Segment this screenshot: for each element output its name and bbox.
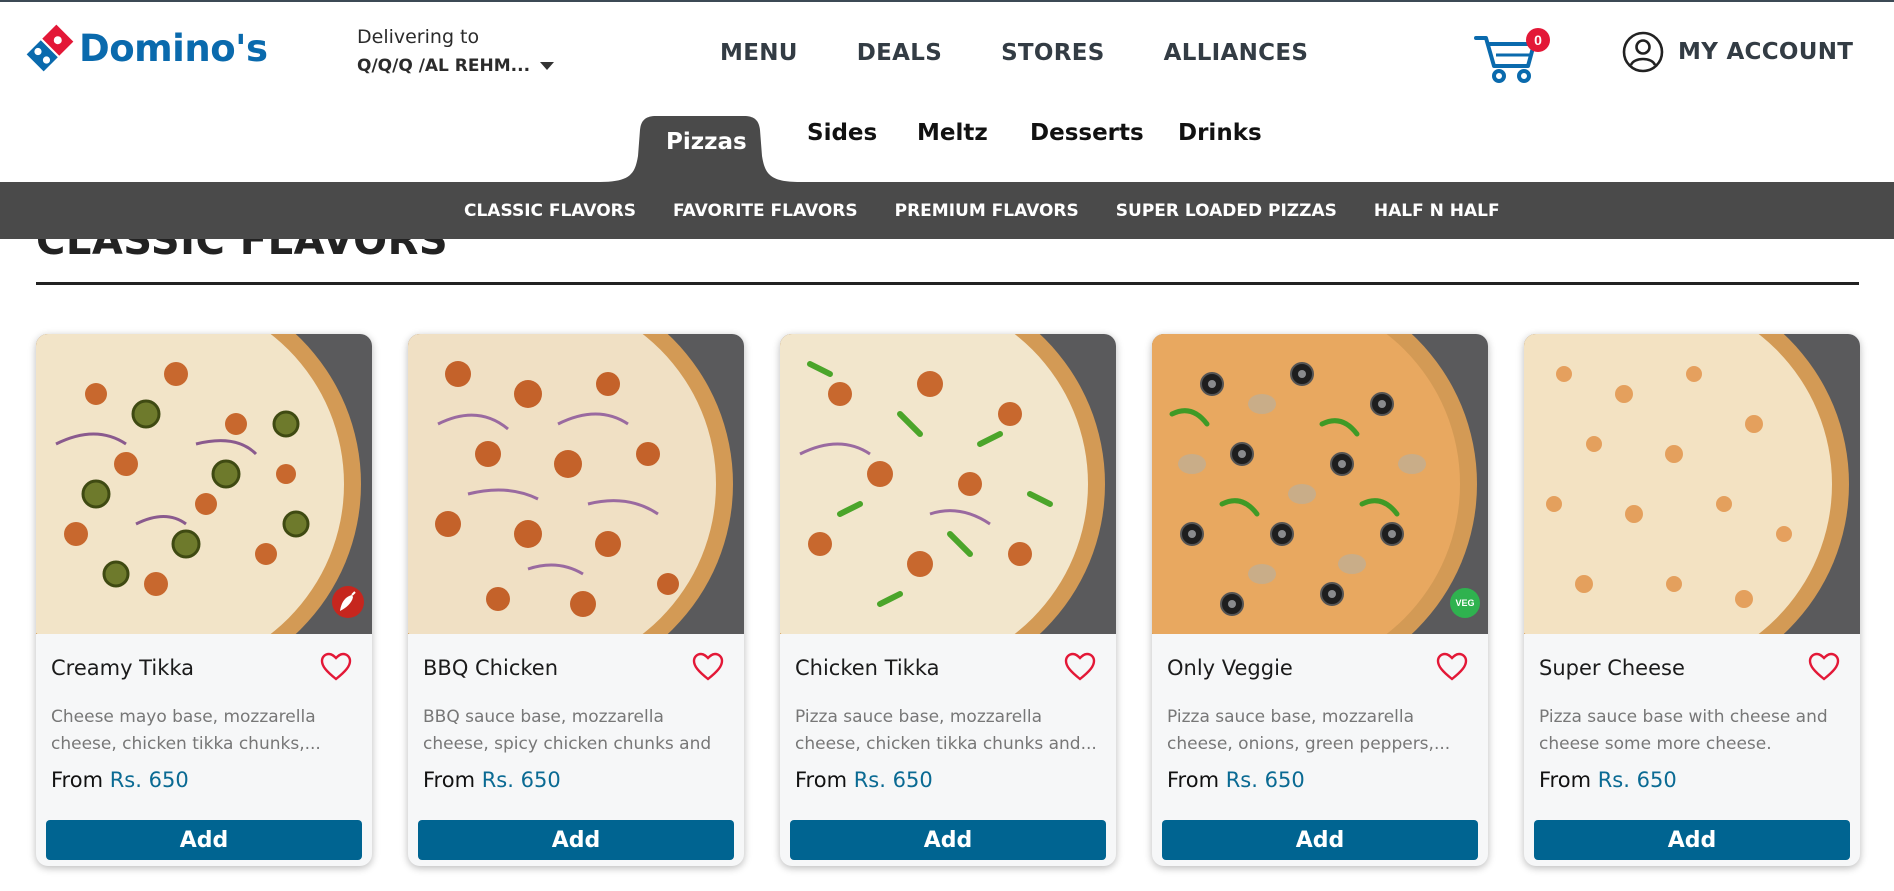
nav-deals[interactable]: DEALS <box>857 40 942 66</box>
pizza-image-creamy-tikka <box>36 334 372 634</box>
tab-meltz[interactable]: Meltz <box>917 120 988 146</box>
pizza-image-chicken-tikka <box>780 334 1116 634</box>
category-tabs: Pizzas Sides Meltz Desserts Drinks <box>0 100 1894 182</box>
heart-icon[interactable] <box>692 652 724 682</box>
dominos-logo-icon <box>23 21 77 75</box>
price-prefix: From <box>51 768 104 792</box>
product-card: BBQ Chicken BBQ sauce base, mozzarella c… <box>408 334 744 866</box>
veg-badge: VEG <box>1450 588 1480 618</box>
product-price: From Rs. 650 <box>1167 768 1305 792</box>
product-price: From Rs. 650 <box>423 768 561 792</box>
product-description: Pizza sauce base, mozzarella cheese, oni… <box>1167 707 1451 754</box>
tab-desserts[interactable]: Desserts <box>1030 120 1144 146</box>
product-name: Chicken Tikka <box>795 656 940 680</box>
price-amount: Rs. 650 <box>1225 768 1305 792</box>
subnav-premium-flavors[interactable]: PREMIUM FLAVORS <box>895 201 1079 221</box>
cart-button[interactable]: 0 <box>1474 28 1550 84</box>
site-header: Domino's Delivering to Q/Q/Q /AL REHM...… <box>0 2 1894 100</box>
subnav-classic-flavors[interactable]: CLASSIC FLAVORS <box>464 201 636 221</box>
price-amount: Rs. 650 <box>109 768 189 792</box>
tab-pizzas[interactable]: Pizzas <box>666 129 747 155</box>
price-amount: Rs. 650 <box>853 768 933 792</box>
delivery-address: Q/Q/Q /AL REHM... <box>357 56 531 76</box>
subcategory-bar: CLASSIC FLAVORS FAVORITE FLAVORS PREMIUM… <box>0 182 1894 239</box>
add-to-cart-button[interactable]: Add <box>1162 820 1478 860</box>
my-account-button[interactable]: MY ACCOUNT <box>1622 31 1853 73</box>
product-name: Super Cheese <box>1539 656 1685 680</box>
product-image[interactable] <box>36 334 372 634</box>
delivery-location[interactable]: Delivering to Q/Q/Q /AL REHM... <box>357 26 555 76</box>
heart-icon[interactable] <box>1436 652 1468 682</box>
product-image[interactable] <box>408 334 744 634</box>
pizza-image-only-veggie <box>1152 334 1488 634</box>
product-price: From Rs. 650 <box>795 768 933 792</box>
main-nav: MENU DEALS STORES ALLIANCES <box>720 40 1367 66</box>
product-image[interactable] <box>1524 334 1860 634</box>
section-divider <box>36 282 1859 285</box>
product-card: Super Cheese Pizza sauce base with chees… <box>1524 334 1860 866</box>
nav-stores[interactable]: STORES <box>1001 40 1105 66</box>
price-amount: Rs. 650 <box>481 768 561 792</box>
tab-drinks[interactable]: Drinks <box>1178 120 1262 146</box>
logo-wordmark: Domino's <box>79 27 268 70</box>
caret-down-icon <box>540 62 555 70</box>
product-description: Pizza sauce base with cheese and cheese … <box>1539 707 1828 754</box>
delivery-address-selector[interactable]: Q/Q/Q /AL REHM... <box>357 56 555 76</box>
product-description: BBQ sauce base, mozzarella cheese, spicy… <box>423 707 712 754</box>
subnav-super-loaded-pizzas[interactable]: SUPER LOADED PIZZAS <box>1116 201 1337 221</box>
add-to-cart-button[interactable]: Add <box>1534 820 1850 860</box>
price-amount: Rs. 650 <box>1597 768 1677 792</box>
nav-menu[interactable]: MENU <box>720 40 798 66</box>
dominos-logo[interactable]: Domino's <box>22 20 272 76</box>
spicy-badge-icon <box>332 586 364 618</box>
product-image[interactable]: VEG <box>1152 334 1488 634</box>
add-to-cart-button[interactable]: Add <box>790 820 1106 860</box>
add-to-cart-button[interactable]: Add <box>46 820 362 860</box>
subnav-half-n-half[interactable]: HALF N HALF <box>1374 201 1500 221</box>
price-prefix: From <box>1539 768 1592 792</box>
delivery-label: Delivering to <box>357 26 480 48</box>
heart-icon[interactable] <box>320 652 352 682</box>
heart-icon[interactable] <box>1064 652 1096 682</box>
pizza-image-bbq-chicken <box>408 334 744 634</box>
product-image[interactable] <box>780 334 1116 634</box>
heart-icon[interactable] <box>1808 652 1840 682</box>
product-card: VEG Only Veggie Pizza sauce base, mozzar… <box>1152 334 1488 866</box>
price-prefix: From <box>423 768 476 792</box>
product-card: Chicken Tikka Pizza sauce base, mozzarel… <box>780 334 1116 866</box>
product-name: Creamy Tikka <box>51 656 195 680</box>
user-circle-icon <box>1622 31 1664 73</box>
subnav-favorite-flavors[interactable]: FAVORITE FLAVORS <box>673 201 858 221</box>
product-name: Only Veggie <box>1167 656 1293 680</box>
tab-sides[interactable]: Sides <box>807 120 877 146</box>
pizza-image-super-cheese <box>1524 334 1860 634</box>
my-account-label: MY ACCOUNT <box>1678 39 1854 65</box>
product-price: From Rs. 650 <box>1539 768 1677 792</box>
product-name: BBQ Chicken <box>423 656 559 680</box>
cart-count-badge: 0 <box>1526 28 1550 52</box>
product-description: Cheese mayo base, mozzarella cheese, chi… <box>51 707 321 754</box>
product-card: Creamy Tikka Cheese mayo base, mozzarell… <box>36 334 372 866</box>
price-prefix: From <box>1167 768 1220 792</box>
nav-alliances[interactable]: ALLIANCES <box>1164 40 1309 66</box>
price-prefix: From <box>795 768 848 792</box>
product-price: From Rs. 650 <box>51 768 189 792</box>
add-to-cart-button[interactable]: Add <box>418 820 734 860</box>
product-description: Pizza sauce base, mozzarella cheese, chi… <box>795 707 1097 754</box>
